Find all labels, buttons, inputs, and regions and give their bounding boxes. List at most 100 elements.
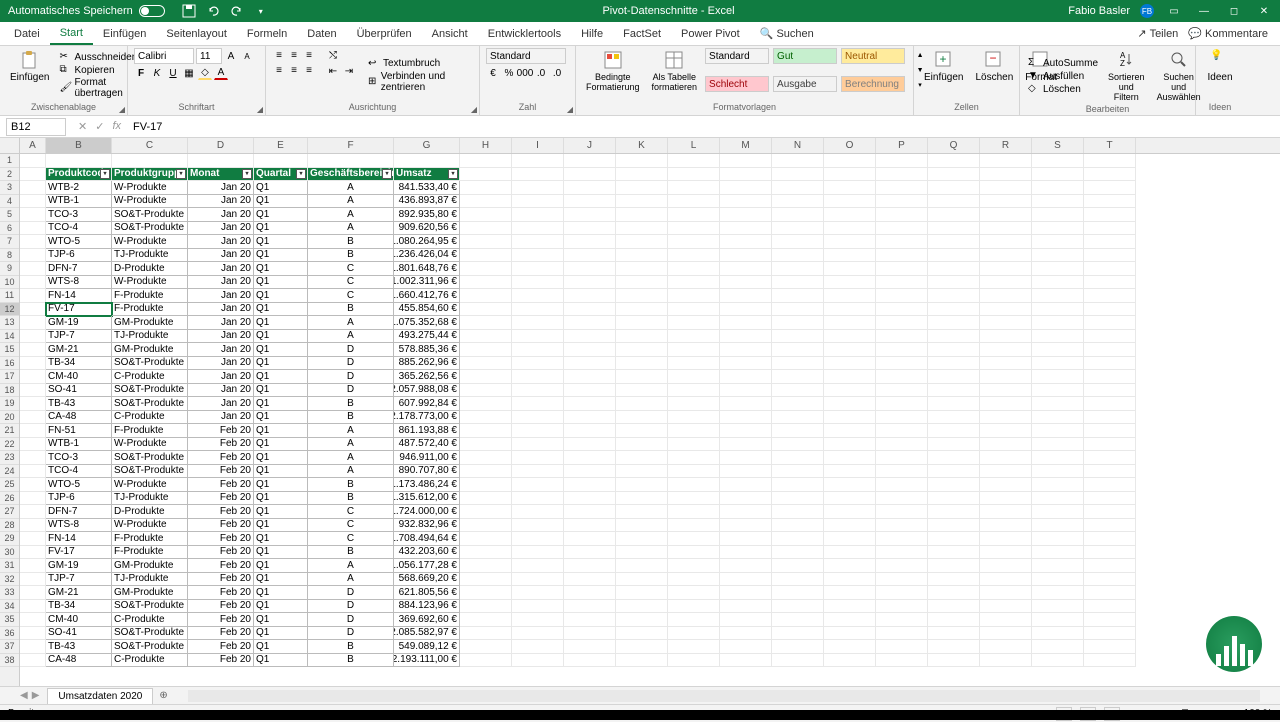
cell[interactable]: Q1	[254, 627, 308, 641]
cell[interactable]: Feb 20	[188, 532, 254, 546]
cell[interactable]: SO&T-Produkte	[112, 222, 188, 236]
cell[interactable]	[616, 330, 668, 344]
cell[interactable]	[1032, 586, 1084, 600]
cell[interactable]: C	[308, 505, 394, 519]
formula-input[interactable]: FV-17	[127, 121, 1280, 133]
cell[interactable]	[460, 478, 512, 492]
filter-icon[interactable]: ▾	[382, 169, 392, 179]
cell[interactable]	[512, 505, 564, 519]
col-header[interactable]: F	[308, 138, 394, 153]
cell[interactable]	[876, 532, 928, 546]
cell[interactable]	[308, 154, 394, 168]
cell[interactable]	[512, 168, 564, 182]
cell[interactable]	[824, 195, 876, 209]
cell[interactable]	[1032, 613, 1084, 627]
cell[interactable]: Q1	[254, 330, 308, 344]
cell[interactable]: W-Produkte	[112, 438, 188, 452]
cell[interactable]	[20, 573, 46, 587]
row-header[interactable]: 8	[0, 249, 19, 263]
cell[interactable]: SO-41	[46, 627, 112, 641]
cell[interactable]	[876, 424, 928, 438]
cell[interactable]: Jan 20	[188, 276, 254, 290]
cell[interactable]	[460, 519, 512, 533]
cell[interactable]	[616, 154, 668, 168]
row-header[interactable]: 31	[0, 559, 19, 573]
cell[interactable]	[772, 519, 824, 533]
cell[interactable]	[616, 222, 668, 236]
cell[interactable]	[1084, 492, 1136, 506]
filter-icon[interactable]: ▾	[448, 169, 458, 179]
increase-decimal-icon[interactable]: .0	[534, 66, 548, 80]
cell[interactable]	[980, 195, 1032, 209]
cell[interactable]	[616, 438, 668, 452]
tab-entwicklertools[interactable]: Entwicklertools	[478, 24, 571, 44]
cell[interactable]	[20, 586, 46, 600]
cell[interactable]	[460, 532, 512, 546]
row-header[interactable]: 18	[0, 384, 19, 398]
cell[interactable]	[772, 586, 824, 600]
cell[interactable]	[980, 303, 1032, 317]
cell[interactable]	[668, 249, 720, 263]
cell[interactable]: F-Produkte	[112, 303, 188, 317]
cell[interactable]	[512, 559, 564, 573]
cell[interactable]	[564, 262, 616, 276]
cell[interactable]	[772, 397, 824, 411]
cell[interactable]	[1084, 519, 1136, 533]
cell[interactable]: TB-34	[46, 600, 112, 614]
cell[interactable]: 932.832,96 €	[394, 519, 460, 533]
cell[interactable]	[928, 195, 980, 209]
cell[interactable]: WTO-5	[46, 235, 112, 249]
cell[interactable]	[460, 573, 512, 587]
row-header[interactable]: 16	[0, 357, 19, 371]
cell[interactable]: A	[308, 438, 394, 452]
cell[interactable]	[564, 627, 616, 641]
cell[interactable]: 369.692,60 €	[394, 613, 460, 627]
cell[interactable]	[1032, 222, 1084, 236]
cell[interactable]: Q1	[254, 505, 308, 519]
cell[interactable]	[824, 532, 876, 546]
cell[interactable]	[1084, 195, 1136, 209]
cell[interactable]: Q1	[254, 249, 308, 263]
select-all-button[interactable]	[0, 138, 19, 154]
tab-formeln[interactable]: Formeln	[237, 24, 297, 44]
cell[interactable]	[20, 168, 46, 182]
number-format-select[interactable]: Standard	[486, 48, 566, 64]
col-header[interactable]: E	[254, 138, 308, 153]
cell[interactable]: 1.080.264,95 €	[394, 235, 460, 249]
cell[interactable]	[668, 640, 720, 654]
cell[interactable]	[20, 303, 46, 317]
cell[interactable]: C	[308, 532, 394, 546]
cell[interactable]: Q1	[254, 424, 308, 438]
cell[interactable]: Jan 20	[188, 249, 254, 263]
cell[interactable]: 1.708.494,64 €	[394, 532, 460, 546]
cell[interactable]: B	[308, 478, 394, 492]
cell[interactable]: A	[308, 465, 394, 479]
cell[interactable]	[460, 586, 512, 600]
cell[interactable]: D	[308, 586, 394, 600]
cell[interactable]: 885.262,96 €	[394, 357, 460, 371]
cell[interactable]	[1032, 438, 1084, 452]
cell[interactable]: 578.885,36 €	[394, 343, 460, 357]
filter-icon[interactable]: ▾	[100, 169, 110, 179]
cell[interactable]	[1084, 654, 1136, 668]
delete-cells-button[interactable]: −Löschen	[971, 48, 1017, 102]
align-right-icon[interactable]: ≡	[302, 63, 316, 77]
cell[interactable]	[668, 586, 720, 600]
cell[interactable]	[20, 154, 46, 168]
cell[interactable]	[772, 451, 824, 465]
cancel-formula-icon[interactable]: ✕	[78, 120, 87, 133]
cell[interactable]: Jan 20	[188, 343, 254, 357]
cell[interactable]: W-Produkte	[112, 276, 188, 290]
cell[interactable]	[668, 654, 720, 668]
cell[interactable]	[616, 181, 668, 195]
cell[interactable]	[928, 222, 980, 236]
cell[interactable]	[928, 235, 980, 249]
cell[interactable]	[1084, 424, 1136, 438]
cell[interactable]	[772, 532, 824, 546]
cell[interactable]	[564, 370, 616, 384]
cell[interactable]: Jan 20	[188, 316, 254, 330]
cell[interactable]	[460, 451, 512, 465]
cell[interactable]	[1032, 532, 1084, 546]
cell[interactable]	[720, 465, 772, 479]
cell[interactable]: 2.193.111,00 €	[394, 654, 460, 668]
